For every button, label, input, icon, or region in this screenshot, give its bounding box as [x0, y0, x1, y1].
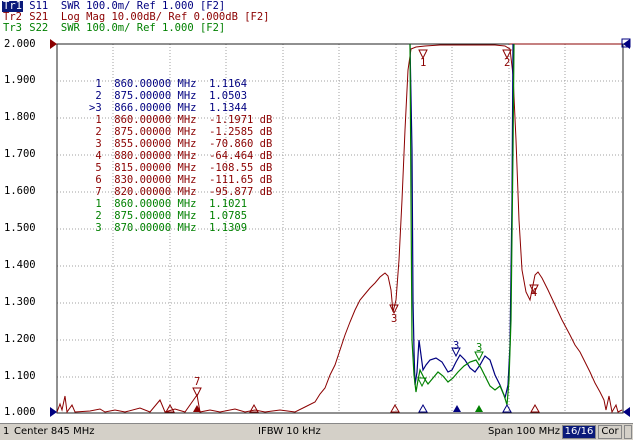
- marker-row[interactable]: 6 830.00000 MHz -111.65 dB: [89, 174, 272, 186]
- marker-label: 1: [420, 57, 427, 69]
- vna-screen: Tr1 S11 SWR 100.0m/ Ref 1.000 [F2] Tr2 S…: [0, 0, 633, 440]
- marker-row[interactable]: 5 815.00000 MHz -108.55 dB: [89, 162, 272, 174]
- status-bar: 1 Center 845 MHz IFBW 10 kHz Span 100 MH…: [0, 423, 633, 440]
- ref-arrow-left-top[interactable]: [50, 39, 57, 49]
- marker-label: 3: [391, 313, 398, 325]
- ref-arrow-left-bottom[interactable]: [50, 407, 57, 417]
- channel-number[interactable]: 1: [3, 426, 9, 437]
- marker-label: 2: [504, 57, 511, 69]
- ifbw[interactable]: IFBW 10 kHz: [258, 426, 321, 437]
- stim-marker[interactable]: [418, 403, 428, 413]
- stim-marker-active[interactable]: [453, 405, 461, 412]
- trace3-line: [409, 43, 515, 406]
- marker-label: 7: [194, 376, 201, 388]
- marker-row[interactable]: 4 880.00000 MHz -64.464 dB: [89, 150, 272, 162]
- marker-row[interactable]: 2 875.00000 MHz 1.0785: [89, 210, 272, 222]
- marker-row[interactable]: 1 860.00000 MHz -1.1971 dB: [89, 114, 272, 126]
- center-frequency[interactable]: Center 845 MHz: [14, 426, 95, 437]
- marker-row[interactable]: 3 870.00000 MHz 1.1309: [89, 222, 272, 234]
- marker-table: 1 860.00000 MHz 1.1164 2 875.00000 MHz 1…: [89, 78, 272, 234]
- marker-row[interactable]: 2 875.00000 MHz 1.0503: [89, 90, 272, 102]
- marker-row-active[interactable]: >3 866.00000 MHz 1.1344: [89, 102, 272, 114]
- ref-arrow-right-bottom[interactable]: [623, 407, 630, 417]
- marker-row[interactable]: 1 860.00000 MHz 1.1164: [89, 78, 272, 90]
- stim-marker[interactable]: [390, 403, 400, 413]
- marker-row[interactable]: 3 855.00000 MHz -70.860 dB: [89, 138, 272, 150]
- status-extra: [624, 425, 632, 439]
- span[interactable]: Span 100 MHz: [488, 426, 560, 437]
- marker-label: 4: [531, 287, 538, 299]
- correction-status[interactable]: Cor: [598, 425, 622, 439]
- stim-marker-active[interactable]: [475, 405, 483, 412]
- marker-label: 3: [453, 340, 460, 352]
- marker-row[interactable]: 2 875.00000 MHz -1.2585 dB: [89, 126, 272, 138]
- sweep-count: 16/16: [562, 425, 596, 439]
- marker-row[interactable]: 1 860.00000 MHz 1.1021: [89, 198, 272, 210]
- stim-marker[interactable]: [502, 403, 512, 413]
- marker-row[interactable]: 7 820.00000 MHz -95.877 dB: [89, 186, 272, 198]
- stim-marker[interactable]: [530, 403, 540, 413]
- trace1-line: [409, 43, 514, 401]
- marker-label: 3: [476, 342, 483, 354]
